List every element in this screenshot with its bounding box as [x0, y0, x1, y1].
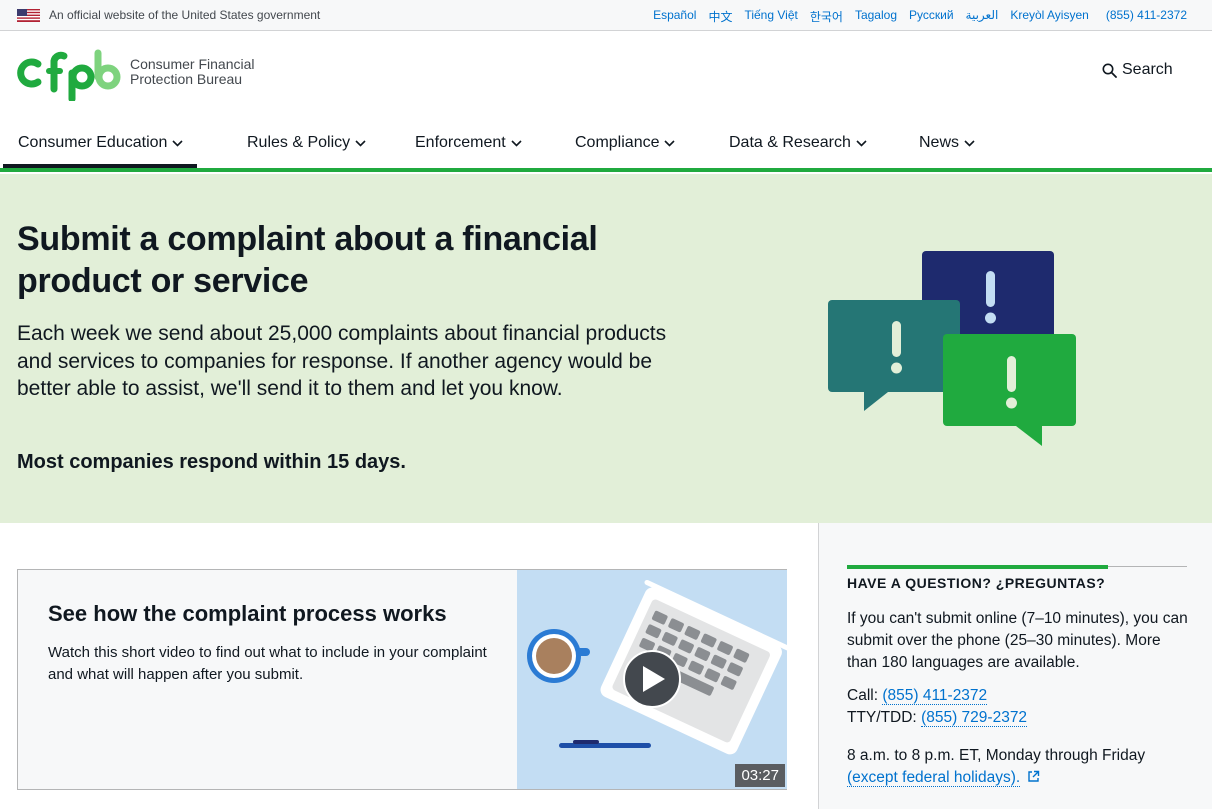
nav-item-consumer-education[interactable]: Consumer Education	[18, 134, 183, 152]
video-heading: See how the complaint process works	[48, 601, 447, 626]
main-nav: Consumer Education Rules & Policy Enforc…	[0, 122, 1212, 172]
tty-line: TTY/TDD: (855) 729-2372	[847, 709, 1028, 727]
nav-item-label: Compliance	[575, 134, 660, 151]
lang-link-haitian-creole[interactable]: Kreyòl Ayisyen	[1010, 8, 1089, 25]
nav-item-enforcement[interactable]: Enforcement	[415, 134, 522, 152]
tty-label: TTY/TDD:	[847, 709, 922, 726]
holidays-line: (except federal holidays).	[847, 769, 1040, 787]
chevron-down-icon	[511, 139, 522, 147]
lang-link-chinese[interactable]: 中文	[708, 8, 732, 25]
logo-wordmark: Consumer Financial Protection Bureau	[130, 57, 255, 87]
lang-link-vietnamese[interactable]: Tiếng Việt	[744, 8, 797, 25]
chevron-down-icon	[664, 139, 676, 147]
nav-item-label: Enforcement	[415, 134, 506, 151]
nav-item-label: News	[919, 134, 960, 151]
chevron-down-icon	[172, 139, 183, 147]
page-title: Submit a complaint about a financial pro…	[17, 220, 598, 300]
chevron-down-icon	[856, 139, 867, 147]
banner-phone-link[interactable]: (855) 411-2372	[1106, 8, 1187, 25]
sidebar-description: If you can't submit online (7–10 minutes…	[847, 610, 1188, 671]
hero-section: Submit a complaint about a financial pro…	[0, 174, 1212, 523]
chevron-down-icon	[355, 139, 366, 147]
nav-item-compliance[interactable]: Compliance	[575, 134, 676, 152]
nav-item-rules-policy[interactable]: Rules & Policy	[247, 134, 366, 152]
video-duration-badge: 03:27	[735, 764, 785, 787]
hero-response-note: Most companies respond within 15 days.	[17, 451, 406, 473]
sidebar-accent-bar	[847, 565, 1108, 569]
search-label: Search	[1122, 61, 1173, 78]
call-phone-link[interactable]: (855) 411-2372	[882, 687, 988, 705]
video-description: Watch this short video to find out what …	[48, 644, 487, 683]
speech-bubbles-alert-icon	[828, 251, 1076, 446]
us-flag-icon	[17, 9, 40, 22]
video-player-thumbnail[interactable]: 03:27	[517, 570, 787, 789]
lang-link-tagalog[interactable]: Tagalog	[855, 8, 897, 25]
hero-description: Each week we send about 25,000 complaint…	[17, 322, 667, 400]
gov-banner-text: An official website of the United States…	[49, 8, 321, 22]
chevron-down-icon	[964, 139, 975, 147]
nav-active-indicator	[3, 164, 197, 168]
tty-phone-link[interactable]: (855) 729-2372	[921, 709, 1028, 727]
call-line: Call: (855) 411-2372	[847, 687, 988, 705]
help-sidebar: HAVE A QUESTION? ¿PREGUNTAS? If you can'…	[818, 523, 1212, 809]
lang-link-spanish[interactable]: Español	[653, 8, 696, 25]
federal-holidays-link[interactable]: (except federal holidays).	[847, 769, 1021, 787]
sidebar-heading: HAVE A QUESTION? ¿PREGUNTAS?	[847, 575, 1106, 591]
external-link-icon	[1028, 770, 1040, 782]
nav-item-data-research[interactable]: Data & Research	[729, 134, 867, 152]
site-header: Consumer Financial Protection Bureau Sea…	[0, 32, 1212, 122]
logo-line-2: Protection Bureau	[130, 71, 243, 87]
call-label: Call:	[847, 687, 883, 704]
cfpb-logo-icon[interactable]	[16, 47, 124, 101]
logo-line-1: Consumer Financial	[130, 56, 255, 72]
laptop-coffee-illustration	[527, 579, 787, 755]
lang-link-arabic[interactable]: العربية	[966, 8, 999, 25]
nav-item-news[interactable]: News	[919, 134, 975, 152]
nav-item-label: Rules & Policy	[247, 134, 351, 151]
gov-banner: An official website of the United States…	[0, 0, 1212, 31]
nav-item-label: Data & Research	[729, 134, 851, 151]
language-list: Español 中文 Tiếng Việt 한국어 Tagalog Русски…	[653, 8, 1187, 25]
search-icon	[1102, 63, 1117, 78]
lang-link-korean[interactable]: 한국어	[810, 8, 843, 25]
nav-item-label: Consumer Education	[18, 134, 168, 151]
search-button[interactable]: Search	[1102, 61, 1173, 79]
video-card: See how the complaint process works Watc…	[17, 569, 787, 790]
lang-link-russian[interactable]: Русский	[909, 8, 954, 25]
hours-text: 8 a.m. to 8 p.m. ET, Monday through Frid…	[847, 747, 1146, 764]
